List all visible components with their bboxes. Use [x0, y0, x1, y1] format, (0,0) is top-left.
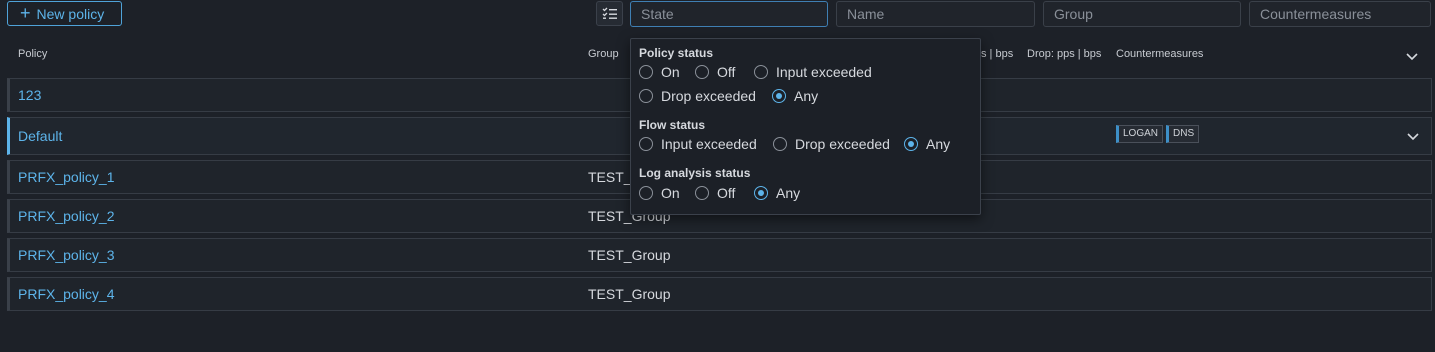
flow-status-any-radio[interactable]: Any [904, 136, 950, 152]
filter-list-button[interactable] [596, 1, 623, 26]
radio-label: Off [717, 185, 736, 201]
policy-name-link[interactable]: PRFX_policy_4 [18, 286, 115, 302]
policy-name-link[interactable]: PRFX_policy_2 [18, 208, 115, 224]
log-analysis-status-title: Log analysis status [639, 166, 751, 180]
checklist-icon [602, 7, 617, 19]
radio-selected-icon [754, 186, 768, 200]
radio-label: Any [776, 185, 801, 201]
radio-label: Off [717, 64, 736, 80]
radio-label: Drop exceeded [795, 136, 890, 152]
log-analysis-any-radio[interactable]: Any [754, 185, 800, 201]
radio-icon [639, 65, 653, 79]
column-header-input[interactable]: s | bps [981, 48, 1013, 60]
radio-label: Any [926, 136, 951, 152]
radio-label: On [661, 64, 680, 80]
radio-icon [754, 65, 768, 79]
policy-name-link[interactable]: PRFX_policy_3 [18, 247, 115, 263]
table-row[interactable]: PRFX_policy_3 TEST_Group [7, 238, 1432, 272]
radio-selected-icon [904, 137, 918, 151]
radio-label: Input exceeded [776, 64, 872, 80]
policy-name-link[interactable]: Default [18, 128, 62, 144]
state-filter-input[interactable] [630, 1, 828, 27]
flow-status-input-exceeded-radio[interactable]: Input exceeded [639, 136, 757, 152]
table-row[interactable]: PRFX_policy_4 TEST_Group [7, 277, 1432, 311]
radio-icon [695, 65, 709, 79]
policy-status-any-radio[interactable]: Any [772, 88, 818, 104]
radio-label: On [661, 185, 680, 201]
state-filter-popover: Policy status On Off Input exceeded Drop… [630, 38, 981, 215]
flow-status-title: Flow status [639, 118, 706, 132]
policy-status-drop-exceeded-radio[interactable]: Drop exceeded [639, 88, 756, 104]
policy-status-input-exceeded-radio[interactable]: Input exceeded [754, 64, 872, 80]
radio-selected-icon [772, 89, 786, 103]
countermeasures-filter-input[interactable] [1249, 1, 1431, 27]
radio-icon [639, 186, 653, 200]
radio-label: Any [794, 88, 819, 104]
radio-icon [639, 137, 653, 151]
radio-label: Input exceeded [661, 136, 757, 152]
radio-icon [773, 137, 787, 151]
policy-status-off-radio[interactable]: Off [695, 64, 735, 80]
column-header-countermeasures[interactable]: Countermeasures [1116, 48, 1203, 60]
log-analysis-off-radio[interactable]: Off [695, 185, 735, 201]
policy-status-on-radio[interactable]: On [639, 64, 680, 80]
chevron-down-icon[interactable] [1404, 48, 1420, 64]
chevron-down-icon[interactable] [1405, 128, 1421, 144]
radio-icon [639, 89, 653, 103]
column-header-group[interactable]: Group [588, 48, 619, 60]
policy-group: TEST_Group [588, 247, 671, 263]
new-policy-button[interactable]: + New policy [7, 1, 122, 26]
new-policy-label: New policy [36, 5, 105, 22]
name-filter-input[interactable] [836, 1, 1035, 27]
policy-status-title: Policy status [639, 46, 714, 60]
column-header-policy[interactable]: Policy [18, 48, 47, 60]
group-filter-input[interactable] [1043, 1, 1241, 27]
policy-name-link[interactable]: 123 [18, 87, 41, 103]
countermeasure-badge: LOGAN [1116, 125, 1164, 143]
radio-icon [695, 186, 709, 200]
log-analysis-on-radio[interactable]: On [639, 185, 680, 201]
flow-status-drop-exceeded-radio[interactable]: Drop exceeded [773, 136, 890, 152]
policy-name-link[interactable]: PRFX_policy_1 [18, 169, 115, 185]
plus-icon: + [20, 2, 31, 23]
column-header-drop[interactable]: Drop: pps | bps [1027, 48, 1101, 60]
radio-label: Drop exceeded [661, 88, 756, 104]
policy-group: TEST_Group [588, 286, 671, 302]
countermeasure-badge: DNS [1166, 125, 1200, 143]
